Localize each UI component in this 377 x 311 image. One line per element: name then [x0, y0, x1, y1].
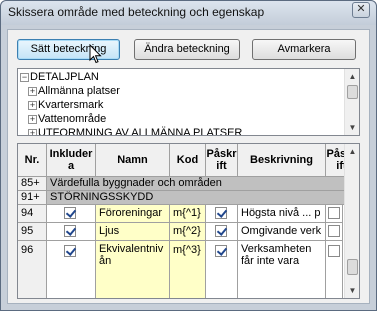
name-cell[interactable]: Föroreningar — [96, 205, 170, 223]
designation-tree[interactable]: − DETALJPLAN + Allmänna platser + Kvarte… — [17, 68, 360, 136]
col-header-code[interactable]: Kod — [170, 144, 206, 177]
include-checkbox[interactable] — [64, 245, 76, 257]
expand-icon[interactable]: + — [28, 87, 37, 96]
scroll-up-icon[interactable]: ▲ — [345, 144, 359, 159]
expand-icon[interactable]: + — [28, 101, 37, 110]
designation-table: Nr. Inkludera Namn Kod Påskrift Beskrivn… — [17, 143, 360, 299]
label2-checkbox[interactable] — [328, 207, 340, 219]
deselect-button[interactable]: Avmarkera — [252, 39, 356, 60]
close-icon[interactable]: ✕ — [352, 2, 370, 18]
row-nr: 94 — [18, 205, 47, 223]
expand-icon[interactable]: + — [28, 129, 37, 135]
dialog-window: Skissera område med beteckning och egens… — [0, 0, 377, 311]
tree-item-allmanna-platser[interactable]: + Allmänna platser — [18, 84, 344, 98]
mouse-cursor-icon — [89, 44, 102, 64]
expand-icon[interactable]: + — [28, 115, 37, 124]
include-cell[interactable] — [47, 205, 96, 223]
include-checkbox[interactable] — [64, 207, 76, 219]
scroll-down-icon[interactable]: ▼ — [345, 283, 359, 298]
tree-item-kvartersmark[interactable]: + Kvartersmark — [18, 98, 344, 112]
name-cell[interactable]: Ekvivalentnivån — [96, 241, 170, 298]
scroll-thumb[interactable] — [347, 259, 358, 275]
description-cell[interactable]: Högsta nivå ... p — [238, 205, 326, 223]
dialog-body: Sätt beteckning Ändra beteckning Avmarke… — [7, 29, 370, 304]
label2-cell[interactable] — [326, 241, 343, 298]
scroll-up-icon[interactable]: ▲ — [345, 69, 359, 84]
include-checkbox[interactable] — [64, 225, 76, 237]
label2-cell[interactable] — [326, 223, 343, 241]
scroll-thumb[interactable] — [347, 85, 358, 99]
label2-cell[interactable] — [326, 205, 343, 223]
row-nr: 95 — [18, 223, 47, 241]
col-header-label[interactable]: Påskrift — [206, 144, 238, 177]
col-header-description[interactable]: Beskrivning — [238, 144, 326, 177]
collapse-icon[interactable]: − — [20, 73, 29, 82]
label-checkbox[interactable] — [215, 245, 227, 257]
label2-checkbox[interactable] — [328, 225, 340, 237]
scroll-down-icon[interactable]: ▼ — [345, 120, 359, 135]
description-cell[interactable]: Omgivande verk — [238, 223, 326, 241]
col-header-name[interactable]: Namn — [96, 144, 170, 177]
label-cell[interactable] — [206, 205, 238, 223]
include-cell[interactable] — [47, 241, 96, 298]
label-checkbox[interactable] — [215, 225, 227, 237]
description-cell[interactable]: Verksamheten får inte vara — [238, 241, 326, 298]
group-row-label[interactable]: STÖRNINGSSKYDD — [47, 191, 358, 205]
table-scrollbar[interactable]: ▲ ▼ — [344, 144, 359, 298]
col-header-include[interactable]: Inkludera — [47, 144, 96, 177]
row-nr: 96 — [18, 241, 47, 298]
code-cell[interactable]: m{^3} — [170, 241, 206, 298]
label2-checkbox[interactable] — [328, 245, 340, 257]
label-checkbox[interactable] — [215, 207, 227, 219]
col-header-nr[interactable]: Nr. — [18, 144, 47, 177]
tree-item-detaljplan[interactable]: − DETALJPLAN — [18, 70, 344, 84]
tree-item-utformning[interactable]: + UTFORMNING AV ALLMÄNNA PLATSER — [18, 126, 344, 135]
code-cell[interactable]: m{^1} — [170, 205, 206, 223]
tree-item-vattenomrade[interactable]: + Vattenområde — [18, 112, 344, 126]
code-cell[interactable]: m{^2} — [170, 223, 206, 241]
label-cell[interactable] — [206, 223, 238, 241]
group-row-nr: 91+ — [18, 191, 47, 205]
label-cell[interactable] — [206, 241, 238, 298]
name-cell[interactable]: Ljus — [96, 223, 170, 241]
group-row-label[interactable]: Värdefulla byggnader och områden — [47, 177, 358, 191]
window-title: Skissera område med beteckning och egens… — [8, 5, 265, 19]
title-bar[interactable]: Skissera område med beteckning och egens… — [1, 1, 376, 25]
tree-scrollbar[interactable]: ▲ ▼ — [344, 69, 359, 135]
change-designation-button[interactable]: Ändra beteckning — [134, 39, 240, 60]
include-cell[interactable] — [47, 223, 96, 241]
group-row-nr: 85+ — [18, 177, 47, 191]
set-designation-button[interactable]: Sätt beteckning — [17, 39, 120, 60]
